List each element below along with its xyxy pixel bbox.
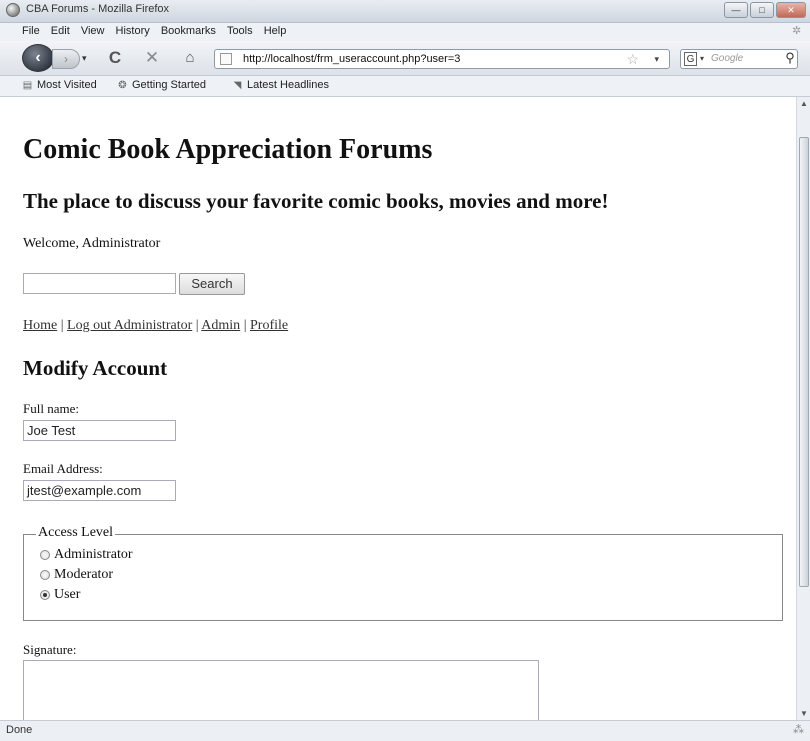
scroll-up-icon[interactable]: ▲ (800, 99, 808, 108)
magnifier-icon[interactable]: ⚲ (781, 50, 799, 66)
window-controls: — □ ✕ (724, 2, 806, 18)
menu-view[interactable]: View (81, 25, 105, 37)
back-arrow-icon: ‹ (35, 49, 41, 66)
bookmark-latest-headlines[interactable]: ◥ Latest Headlines (232, 79, 329, 91)
url-bar[interactable]: http://localhost/frm_useraccount.php?use… (214, 49, 670, 69)
fullname-field[interactable]: Joe Test (23, 420, 176, 441)
radio-moderator[interactable]: Moderator (40, 567, 113, 583)
email-field[interactable]: jtest@example.com (23, 480, 176, 501)
menu-edit[interactable]: Edit (51, 25, 70, 37)
radio-button[interactable] (40, 590, 50, 600)
menu-history[interactable]: History (116, 25, 150, 37)
history-dropdown-icon[interactable]: ▾ (82, 53, 90, 65)
link-separator: | (195, 318, 199, 333)
radio-label: Moderator (54, 567, 114, 582)
link-separator: | (243, 318, 247, 333)
back-button[interactable]: ‹ (22, 44, 54, 72)
url-dropdown-icon[interactable]: ▾ (654, 54, 659, 65)
link-home[interactable]: Home (23, 318, 57, 333)
firefox-globe-icon: ❂ (118, 79, 127, 91)
activity-throbber-icon: ✲ (792, 25, 802, 37)
bookmark-getting-started[interactable]: ❂ Getting Started (117, 79, 206, 91)
rss-feed-icon: ◥ (233, 79, 242, 91)
status-text: Done (6, 724, 33, 736)
search-button[interactable]: Search (179, 273, 245, 295)
home-icon[interactable]: ⌂ (180, 48, 200, 68)
scrollbar-thumb[interactable] (799, 137, 809, 587)
star-icon[interactable]: ☆ (626, 51, 639, 68)
access-level-fieldset: Access Level Administrator Moderator Use… (23, 525, 783, 621)
signature-textarea[interactable] (23, 660, 539, 720)
signature-label: Signature: (23, 642, 77, 657)
forward-arrow-icon: › (64, 52, 68, 66)
stop-icon[interactable]: ✕ (142, 48, 162, 68)
page-favicon-icon (220, 53, 232, 65)
url-text[interactable]: http://localhost/frm_useraccount.php?use… (243, 53, 460, 65)
search-placeholder[interactable]: Google (711, 53, 743, 64)
bookmark-label: Latest Headlines (247, 79, 329, 91)
navigation-toolbar: ‹ › ▾ C ✕ ⌂ http://localhost/frm_useracc… (0, 41, 810, 76)
resize-grip-icon[interactable]: ⁂ (793, 723, 804, 736)
page-viewport: Comic Book Appreciation Forums The place… (0, 97, 796, 720)
forward-button[interactable]: › (52, 49, 80, 69)
page-scrollbar[interactable]: ▲ ▼ (796, 97, 810, 720)
menu-bar: File Edit View History Bookmarks Tools H… (0, 23, 810, 41)
fullname-label: Full name: (23, 401, 79, 416)
link-logout[interactable]: Log out Administrator (67, 318, 192, 333)
radio-button[interactable] (40, 570, 50, 580)
search-engine-icon[interactable]: G (684, 52, 697, 66)
site-title: Comic Book Appreciation Forums (23, 134, 433, 165)
link-profile[interactable]: Profile (250, 318, 288, 333)
site-tagline: The place to discuss your favorite comic… (23, 189, 609, 213)
bookmark-folder-icon: ▤ (22, 79, 33, 91)
window-title: CBA Forums - Mozilla Firefox (26, 3, 170, 15)
search-input[interactable] (23, 273, 176, 294)
radio-label: Administrator (54, 547, 133, 562)
search-bar[interactable]: G ▾ Google ⚲ (680, 49, 798, 69)
link-separator: | (60, 318, 64, 333)
minimize-button[interactable]: — (724, 2, 748, 18)
menu-tools[interactable]: Tools (227, 25, 253, 37)
maximize-button[interactable]: □ (750, 2, 774, 18)
nav-links: Home | Log out Administrator | Admin | P… (23, 318, 288, 334)
access-level-legend: Access Level (36, 525, 116, 541)
section-title: Modify Account (23, 356, 168, 380)
bookmark-label: Getting Started (132, 79, 206, 91)
close-button[interactable]: ✕ (776, 2, 806, 18)
welcome-message: Welcome, Administrator (23, 236, 161, 251)
radio-administrator[interactable]: Administrator (40, 547, 133, 563)
scroll-down-icon[interactable]: ▼ (800, 709, 808, 718)
bookmark-most-visited[interactable]: ▤ Most Visited (22, 79, 97, 91)
email-label: Email Address: (23, 461, 103, 476)
status-bar: Done ⁂ (0, 720, 810, 741)
link-admin[interactable]: Admin (201, 318, 240, 333)
radio-user[interactable]: User (40, 587, 80, 603)
menu-file[interactable]: File (22, 25, 40, 37)
bookmarks-toolbar: ▤ Most Visited ❂ Getting Started ◥ Lates… (0, 76, 810, 97)
bookmark-label: Most Visited (37, 79, 97, 91)
firefox-icon (6, 3, 20, 17)
menu-bookmarks[interactable]: Bookmarks (161, 25, 216, 37)
radio-button[interactable] (40, 550, 50, 560)
search-engine-dropdown-icon[interactable]: ▾ (700, 54, 704, 63)
radio-label: User (54, 587, 81, 602)
reload-icon[interactable]: C (105, 48, 125, 68)
window-titlebar: CBA Forums - Mozilla Firefox — □ ✕ (0, 0, 810, 23)
menu-help[interactable]: Help (264, 25, 287, 37)
